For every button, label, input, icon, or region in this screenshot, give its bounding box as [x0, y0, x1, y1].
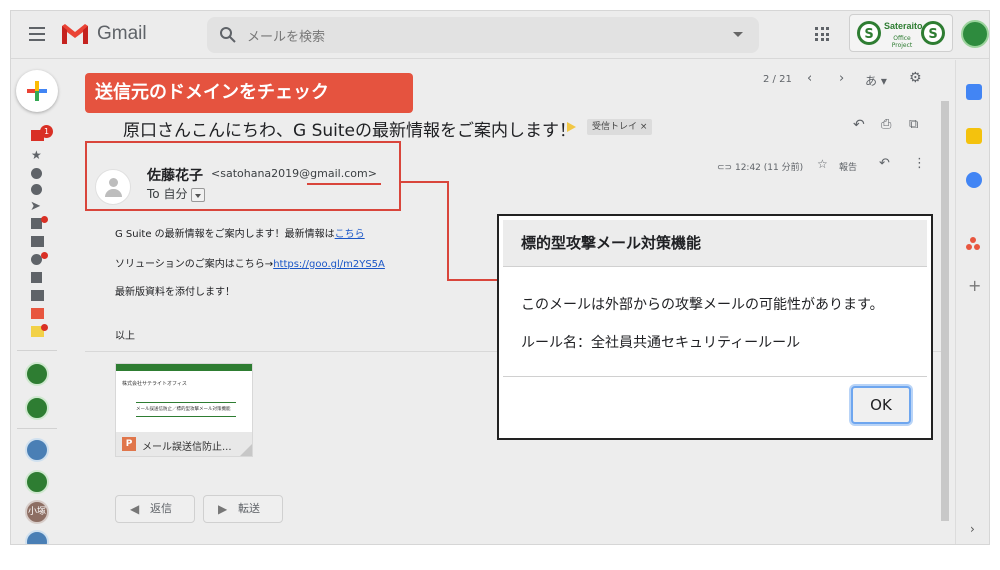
- body-text: G Suite の最新情報をご案内します！最新情報は: [115, 229, 335, 240]
- search-options-icon[interactable]: [733, 32, 743, 37]
- sateraito-logo-icon: S: [921, 21, 945, 45]
- contact-avatar[interactable]: [25, 438, 49, 462]
- left-navigation-rail: 1 ★ ➤ 小塚: [11, 60, 61, 544]
- star-icon[interactable]: ☆: [817, 157, 828, 171]
- reply-arrow-icon: ◀: [130, 502, 140, 516]
- importance-marker-icon[interactable]: [567, 122, 576, 132]
- scrollbar[interactable]: [941, 101, 949, 521]
- next-email-icon[interactable]: ›: [839, 71, 844, 86]
- addon-icon[interactable]: [966, 236, 980, 250]
- input-tools-label: あ: [865, 74, 878, 88]
- connector-line: [447, 279, 499, 281]
- gmail-window: Gmail メールを検索 S Sateraito Office Project …: [10, 10, 990, 545]
- svg-text:S: S: [928, 27, 937, 42]
- email-subject: 原口さんこんにちわ、G Suiteの最新情報をご案内します！: [123, 121, 576, 141]
- body-link[interactable]: https://goo.gl/m2YS5A: [273, 259, 385, 270]
- settings-gear-icon[interactable]: ⚙: [909, 70, 922, 86]
- annotation-callout: 送信元のドメインをチェック: [85, 73, 413, 113]
- org-brand-logo[interactable]: S Sateraito Office Project S: [849, 14, 953, 52]
- brand-name: Sateraito: [884, 21, 923, 31]
- sateraito-logo-icon: S: [857, 21, 881, 45]
- sender-name[interactable]: 佐藤花子: [147, 165, 203, 185]
- forward-label: 転送: [238, 502, 260, 515]
- keep-icon[interactable]: [966, 128, 982, 144]
- email-time: ⊂⊃ 12:42 (11 分前): [717, 160, 803, 173]
- search-input[interactable]: メールを検索: [247, 26, 325, 45]
- contact-avatar-kozuka[interactable]: 小塚: [25, 500, 49, 524]
- attachment-company: 株式会社サテライトオフィス: [122, 381, 187, 387]
- svg-text:S: S: [864, 27, 873, 42]
- important-icon[interactable]: [31, 184, 42, 195]
- label-red-icon[interactable]: [31, 308, 44, 319]
- hangouts-avatar[interactable]: [25, 362, 49, 386]
- account-avatar[interactable]: [961, 20, 989, 48]
- body-line: ソリューションのご案内はこちら→https://goo.gl/m2YS5A: [115, 255, 385, 270]
- main-menu-icon[interactable]: [29, 27, 45, 41]
- connector-line: [401, 181, 449, 183]
- contact-avatar[interactable]: [25, 530, 49, 544]
- inbox-label-chip[interactable]: 受信トレイ ×: [587, 119, 653, 135]
- contact-avatar[interactable]: [25, 470, 49, 494]
- sender-email[interactable]: <satohana2019@gmail.com>: [211, 167, 377, 180]
- body-line: G Suite の最新情報をご案内します！最新情報はこちら: [115, 225, 365, 240]
- security-warning-dialog: 標的型攻撃メール対策機能 このメールは外部からの攻撃メールの可能性があります。 …: [497, 214, 933, 440]
- forward-button[interactable]: ▶ 転送: [203, 495, 283, 523]
- recipient-details-icon[interactable]: [191, 187, 206, 202]
- recipient-line: To 自分: [147, 185, 206, 202]
- hangouts-avatar[interactable]: [25, 396, 49, 420]
- dialog-message: このメールは外部からの攻撃メールの可能性があります。: [521, 297, 884, 313]
- all-mail-icon[interactable]: [31, 236, 44, 247]
- connector-line: [447, 181, 449, 281]
- body-text: ソリューションのご案内はこちら→: [115, 259, 274, 270]
- body-link[interactable]: こちら: [335, 229, 365, 240]
- compose-button[interactable]: [16, 70, 58, 112]
- brand-subtitle: Office Project: [891, 35, 913, 49]
- inbox-badge: 1: [40, 125, 53, 138]
- search-icon[interactable]: [219, 26, 237, 44]
- gmail-logo-icon[interactable]: [61, 23, 89, 45]
- input-tools-button[interactable]: あ ▾: [865, 72, 887, 89]
- reply-label: 返信: [150, 502, 172, 515]
- more-options-icon[interactable]: ⋮: [913, 156, 926, 171]
- label-dot: [41, 324, 48, 331]
- ok-button[interactable]: OK: [851, 386, 911, 424]
- body-line: 以上: [115, 331, 135, 342]
- sent-icon[interactable]: ➤: [30, 199, 41, 214]
- attachment-clip-icon: ⊂⊃: [717, 163, 733, 173]
- side-panel-rail: + ›: [955, 60, 989, 544]
- trash-icon[interactable]: [31, 272, 42, 283]
- drafts-dot: [41, 216, 48, 223]
- previous-email-icon[interactable]: ‹: [807, 71, 812, 86]
- dialog-rule-name: ルール名：全社員共通セキュリティールール: [521, 335, 801, 351]
- reply-button[interactable]: ◀ 返信: [115, 495, 195, 523]
- report-button[interactable]: 報告: [839, 160, 857, 173]
- domain-underline: [307, 183, 381, 185]
- app-name[interactable]: Gmail: [97, 23, 147, 45]
- add-addon-icon[interactable]: +: [968, 276, 981, 295]
- calendar-icon[interactable]: [966, 84, 982, 100]
- top-bar: Gmail メールを検索 S Sateraito Office Project …: [11, 11, 989, 59]
- reply-icon[interactable]: ↶: [879, 156, 890, 171]
- search-bar[interactable]: メールを検索: [207, 17, 759, 53]
- dialog-title: 標的型攻撃メール対策機能: [503, 220, 927, 266]
- attachment-doc-title: メール誤送信防止／標的型攻撃メール対策機能: [136, 407, 231, 412]
- spam-dot: [41, 252, 48, 259]
- recipient-text: To 自分: [147, 187, 188, 201]
- snoozed-icon[interactable]: [31, 168, 42, 179]
- starred-icon[interactable]: ★: [31, 148, 42, 162]
- forward-arrow-icon: ▶: [218, 502, 228, 516]
- pagination-count: 2 / 21: [763, 74, 792, 85]
- expand-panel-icon[interactable]: ›: [970, 522, 975, 536]
- attachment-card[interactable]: Sateraito Office 株式会社サテライトオフィス メール誤送信防止／…: [115, 363, 253, 457]
- apps-grid-icon[interactable]: [815, 27, 829, 41]
- reply-all-icon[interactable]: ↶: [853, 117, 865, 133]
- body-line: 最新版資料を添付します！: [115, 287, 235, 298]
- label-icon[interactable]: [31, 290, 44, 301]
- print-icon[interactable]: ⎙: [881, 117, 891, 132]
- open-new-window-icon[interactable]: ⧉: [909, 117, 918, 132]
- attachment-filename: メール誤送信防止...: [142, 442, 232, 453]
- tasks-icon[interactable]: [966, 172, 982, 188]
- powerpoint-icon: P: [122, 437, 136, 451]
- email-timestamp: 12:42 (11 分前): [734, 163, 804, 173]
